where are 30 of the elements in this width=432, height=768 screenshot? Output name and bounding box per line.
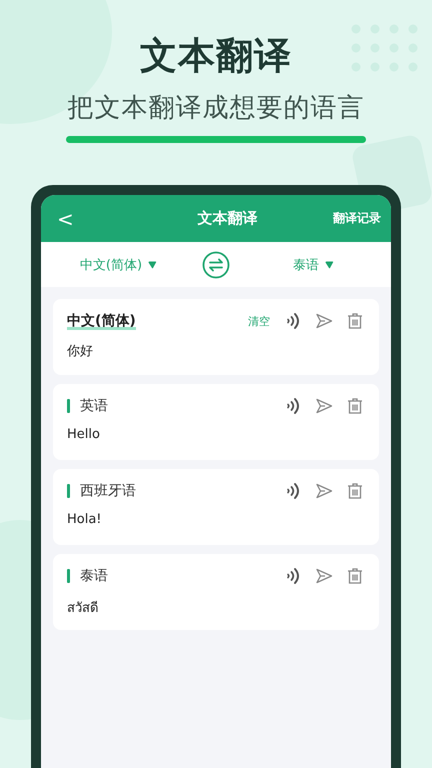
send-icon[interactable] [314, 481, 334, 501]
swap-icon[interactable] [202, 250, 230, 278]
source-language-selector[interactable]: 中文(简体) [80, 256, 158, 274]
translation-text: สวัสดี [67, 600, 99, 618]
language-label: 英语 [80, 397, 108, 415]
accent-marker [67, 569, 70, 583]
send-icon[interactable] [314, 566, 334, 586]
translation-text: 你好 [67, 343, 94, 360]
caret-icon [148, 260, 158, 268]
send-icon[interactable] [314, 311, 334, 331]
translation-text: Hello [67, 427, 101, 442]
back-button[interactable]: < [53, 206, 78, 230]
send-icon[interactable] [314, 396, 334, 416]
headline: 文本翻译 [140, 34, 292, 78]
language-label: 中文(简体) [67, 312, 136, 330]
trash-icon[interactable] [345, 396, 365, 416]
trash-icon[interactable] [345, 481, 365, 501]
accent-marker [67, 399, 70, 413]
trash-icon[interactable] [345, 566, 365, 586]
clear-button[interactable]: 清空 [248, 314, 270, 328]
screen-title: 文本翻译 [197, 209, 258, 228]
caret-icon [325, 260, 334, 268]
history-link[interactable]: 翻译记录 [332, 210, 381, 227]
trash-icon[interactable] [345, 311, 365, 331]
language-label: 泰语 [80, 567, 108, 585]
translation-text: Hola! [67, 512, 103, 527]
accent-marker [67, 484, 70, 498]
language-label: 西班牙语 [80, 482, 136, 500]
target-language-selector[interactable]: 泰语 [293, 256, 334, 274]
subtitle: 把文本翻译成想要的语言 [68, 92, 364, 124]
